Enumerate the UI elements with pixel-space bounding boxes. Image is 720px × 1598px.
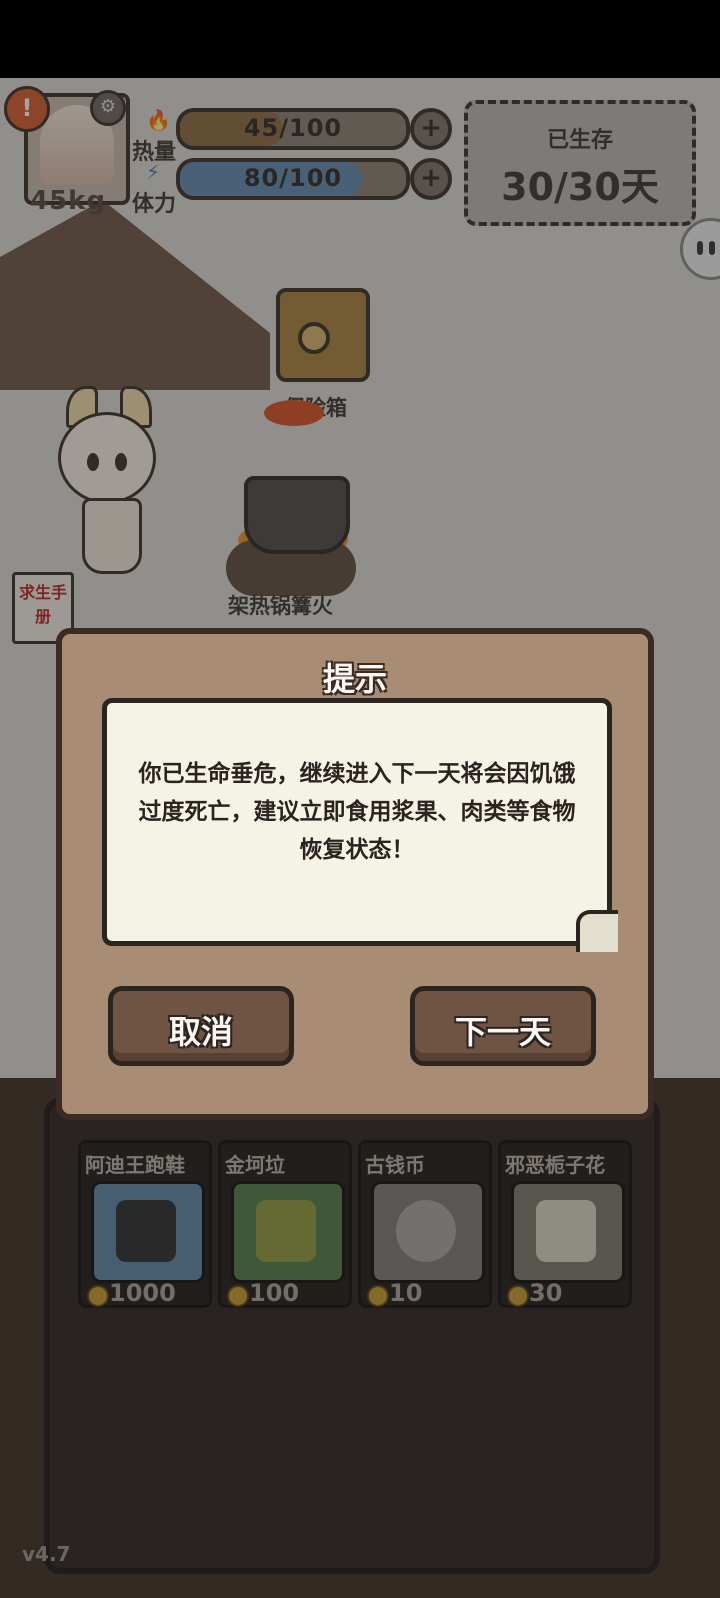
- next-day-label: 下一天: [454, 1013, 551, 1051]
- cancel-button[interactable]: 取消: [108, 986, 294, 1066]
- dialog-message: 你已生命垂危，继续进入下一天将会因饥饿过度死亡，建议立即食用浆果、肉类等食物恢复…: [138, 761, 576, 863]
- paper-curl: [576, 910, 618, 952]
- cancel-label: 取消: [168, 1013, 233, 1051]
- message-paper: 你已生命垂危，继续进入下一天将会因饥饿过度死亡，建议立即食用浆果、肉类等食物恢复…: [102, 698, 612, 946]
- next-day-button[interactable]: 下一天: [410, 986, 596, 1066]
- hint-dialog: 提示 你已生命垂危，继续进入下一天将会因饥饿过度死亡，建议立即食用浆果、肉类等食…: [56, 628, 654, 1120]
- dialog-title: 提示: [322, 660, 387, 698]
